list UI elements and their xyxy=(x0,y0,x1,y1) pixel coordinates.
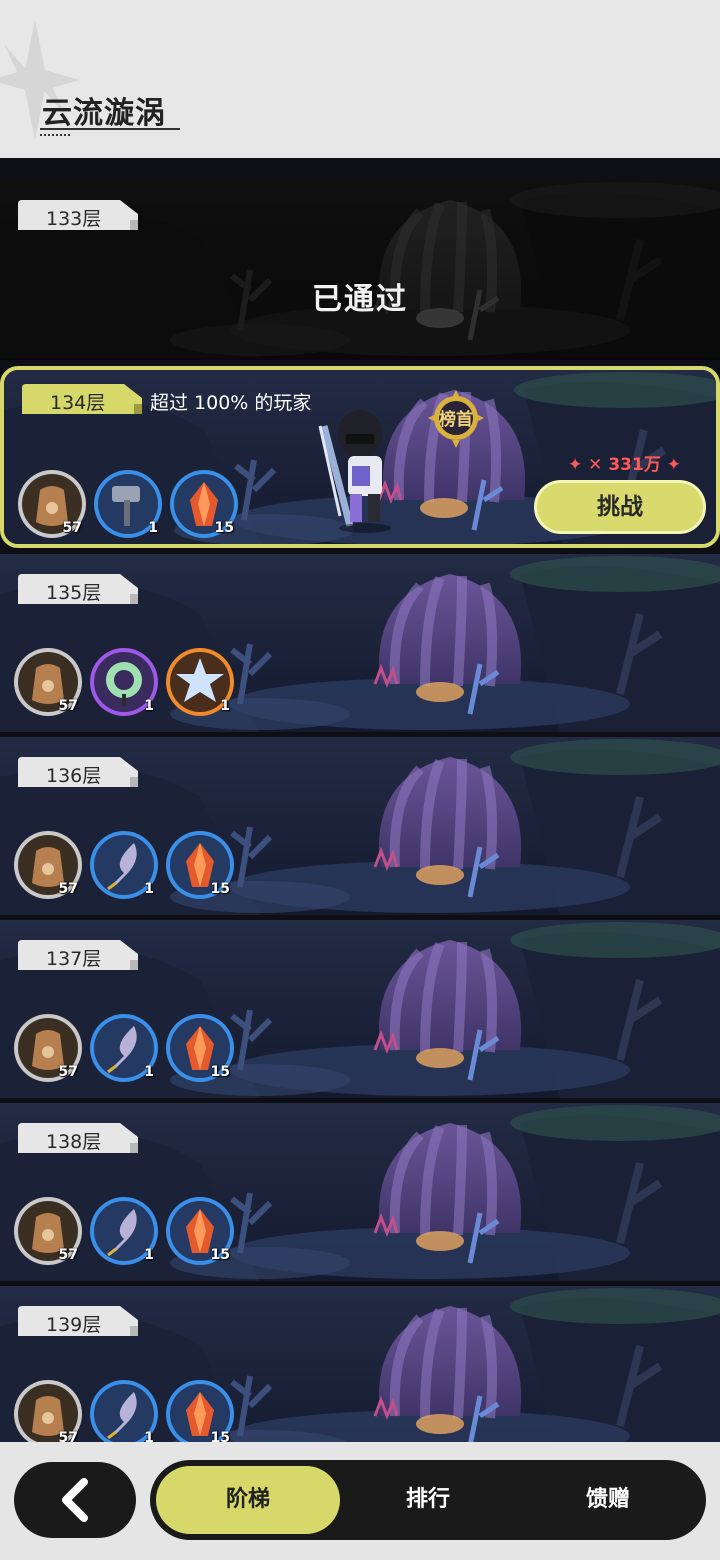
reward-qty: 1 xyxy=(144,1247,154,1263)
floor-label: 134层 xyxy=(50,392,106,414)
reward-qty: 15 xyxy=(210,881,230,897)
back-button[interactable] xyxy=(14,1462,136,1538)
floor-134[interactable]: 134层 超过 100% 的玩家 榜首 ✦ ✕ 331万 ✦ 挑战 57 1 1… xyxy=(0,366,720,548)
reward-qty: 1 xyxy=(144,1064,154,1080)
floor-tag: 138层 xyxy=(18,1123,138,1153)
reward-item[interactable]: 15 xyxy=(166,831,234,899)
reward-item[interactable]: 1 xyxy=(166,648,234,716)
reward-qty: 57 xyxy=(58,1064,78,1080)
rank-badge-text: 榜首 xyxy=(439,409,473,430)
floor-label: 135层 xyxy=(46,582,102,604)
floor-135[interactable]: 135层 57 1 1 xyxy=(0,554,720,732)
floor-133[interactable]: 133层 已通过 xyxy=(0,180,720,360)
page-title: 云流漩涡 xyxy=(42,96,166,131)
reward-qty: 57 xyxy=(58,698,78,714)
reward-item[interactable]: 1 xyxy=(90,648,158,716)
floor-label: 137层 xyxy=(46,948,102,970)
reward-item[interactable]: 15 xyxy=(166,1014,234,1082)
passed-status: 已通过 xyxy=(312,282,408,317)
reward-item[interactable]: 57 xyxy=(14,1014,82,1082)
chevron-left-icon xyxy=(62,1478,88,1522)
power-requirement: ✦ ✕ 331万 ✦ xyxy=(568,450,681,475)
floor-tag: 136层 xyxy=(18,757,138,787)
header: 云流漩涡 xyxy=(0,0,720,158)
floor-138[interactable]: 138层 57 1 15 xyxy=(0,1103,720,1281)
reward-qty: 57 xyxy=(58,1430,78,1442)
reward-qty: 1 xyxy=(220,698,230,714)
floor-label: 133层 xyxy=(46,208,102,230)
floor-tag: 134层 xyxy=(22,384,142,414)
reward-item[interactable]: 15 xyxy=(166,1380,234,1442)
beat-players-text: 超过 100% 的玩家 xyxy=(150,392,312,414)
floor-label: 139层 xyxy=(46,1314,102,1336)
player-character-icon xyxy=(318,410,391,533)
sparkle-right-icon: ✦ xyxy=(660,455,681,475)
floor-tag: 135层 xyxy=(18,574,138,604)
reward-qty: 1 xyxy=(148,520,158,536)
reward-qty: 1 xyxy=(144,698,154,714)
reward-qty: 15 xyxy=(210,1247,230,1263)
bottom-bar: 阶梯 排行 馈赠 xyxy=(0,1442,720,1560)
reward-item[interactable]: 57 xyxy=(14,1197,82,1265)
reward-item[interactable]: 15 xyxy=(170,470,238,538)
reward-item[interactable]: 57 xyxy=(14,1380,82,1442)
tab-ranking[interactable]: 排行 xyxy=(336,1466,520,1534)
tab-ladder[interactable]: 阶梯 xyxy=(156,1466,340,1534)
floor-label: 138层 xyxy=(46,1131,102,1153)
reward-item[interactable]: 1 xyxy=(94,470,162,538)
reward-qty: 15 xyxy=(210,1064,230,1080)
challenge-button[interactable]: 挑战 xyxy=(534,480,706,534)
floor-label: 136层 xyxy=(46,765,102,787)
rank-first-badge-icon: 榜首 xyxy=(428,390,484,448)
title-underline xyxy=(40,128,180,130)
floor-list[interactable]: 133层 已通过 134层 超过 100% 的玩家 榜首 ✦ ✕ 331万 ✦ … xyxy=(0,158,720,1442)
floor-139[interactable]: 139层 57 1 15 xyxy=(0,1286,720,1442)
sparkle-left-icon: ✦ ✕ xyxy=(568,455,609,475)
reward-item[interactable]: 57 xyxy=(18,470,86,538)
tab-bar: 阶梯 排行 馈赠 xyxy=(150,1460,706,1540)
power-value: 331万 xyxy=(608,455,661,475)
reward-qty: 1 xyxy=(144,1430,154,1442)
title-dots xyxy=(40,134,70,136)
floor-136[interactable]: 136层 57 1 15 xyxy=(0,737,720,915)
reward-item[interactable]: 1 xyxy=(90,831,158,899)
reward-item[interactable]: 1 xyxy=(90,1197,158,1265)
floor-tag: 137层 xyxy=(18,940,138,970)
reward-item[interactable]: 57 xyxy=(14,831,82,899)
reward-item[interactable]: 57 xyxy=(14,648,82,716)
reward-qty: 57 xyxy=(58,1247,78,1263)
reward-qty: 57 xyxy=(58,881,78,897)
tab-gifts[interactable]: 馈赠 xyxy=(516,1466,700,1534)
reward-item[interactable]: 1 xyxy=(90,1380,158,1442)
floor-tag: 133层 xyxy=(18,200,138,230)
reward-qty: 57 xyxy=(62,520,82,536)
reward-item[interactable]: 15 xyxy=(166,1197,234,1265)
reward-qty: 15 xyxy=(210,1430,230,1442)
floor-tag: 139层 xyxy=(18,1306,138,1336)
reward-qty: 1 xyxy=(144,881,154,897)
floor-137[interactable]: 137层 57 1 15 xyxy=(0,920,720,1098)
reward-item[interactable]: 1 xyxy=(90,1014,158,1082)
reward-qty: 15 xyxy=(214,520,234,536)
